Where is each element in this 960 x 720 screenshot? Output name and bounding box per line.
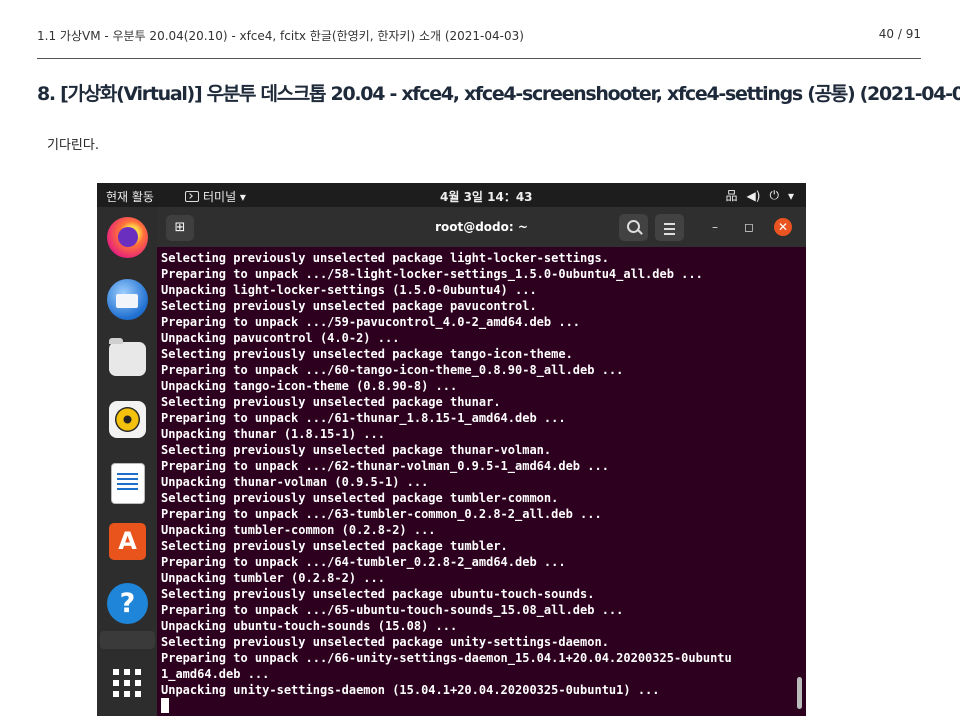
- terminal-line: Preparing to unpack .../63-tumbler-commo…: [161, 507, 602, 521]
- dock-running-terminal[interactable]: [100, 631, 155, 649]
- terminal-line: Unpacking ubuntu-touch-sounds (15.08) ..…: [161, 619, 458, 633]
- clock[interactable]: 4월 3일 14：43: [440, 188, 533, 205]
- close-button[interactable]: ✕: [774, 218, 792, 236]
- terminal-line: Unpacking tango-icon-theme (0.8.90-8) ..…: [161, 379, 458, 393]
- terminal-line: Selecting previously unselected package …: [161, 587, 595, 601]
- terminal-line: Preparing to unpack .../66-unity-setting…: [161, 651, 732, 665]
- terminal-line: Preparing to unpack .../61-thunar_1.8.15…: [161, 411, 566, 425]
- terminal-cursor: [161, 698, 169, 713]
- terminal-line: Selecting previously unselected package …: [161, 539, 508, 553]
- software-icon[interactable]: A: [109, 523, 146, 560]
- terminal-line: Unpacking pavucontrol (4.0-2) ...: [161, 331, 400, 345]
- terminal-line: Preparing to unpack .../65-ubuntu-touch-…: [161, 603, 624, 617]
- thunderbird-icon[interactable]: [107, 279, 148, 320]
- search-icon[interactable]: [619, 214, 648, 241]
- files-icon[interactable]: [109, 338, 146, 376]
- app-menu-label: 터미널 ▾: [203, 190, 246, 204]
- help-icon[interactable]: ?: [107, 583, 148, 624]
- network-icon[interactable]: 品: [726, 187, 738, 204]
- terminal-line: Preparing to unpack .../62-thunar-volman…: [161, 459, 609, 473]
- terminal-line: Unpacking unity-settings-daemon (15.04.1…: [161, 683, 660, 697]
- terminal-line: Preparing to unpack .../64-tumbler_0.2.8…: [161, 555, 566, 569]
- hamburger-menu-icon[interactable]: [655, 214, 684, 241]
- terminal-line: Preparing to unpack .../58-light-locker-…: [161, 267, 703, 281]
- terminal-icon: [185, 191, 199, 202]
- terminal-line: Unpacking light-locker-settings (1.5.0-0…: [161, 283, 537, 297]
- writer-icon[interactable]: [111, 463, 145, 504]
- terminal-line: Selecting previously unselected package …: [161, 347, 573, 361]
- apps-grid-icon[interactable]: [113, 669, 141, 697]
- terminal-line: Selecting previously unselected package …: [161, 395, 501, 409]
- page-number: 40 / 91: [878, 27, 921, 41]
- chevron-down-icon[interactable]: ▾: [788, 189, 794, 203]
- ubuntu-desktop-screenshot: 현재 활동 터미널 ▾ 4월 3일 14：43 品 ◀) ⏻ ▾ A ? ⊞ r…: [97, 183, 806, 716]
- app-menu-terminal[interactable]: 터미널 ▾: [185, 188, 246, 205]
- terminal-header-bar: ⊞ root@dodo: ~ – ◻ ✕: [157, 207, 806, 247]
- terminal-line: Unpacking thunar (1.8.15-1) ...: [161, 427, 385, 441]
- dock: A ?: [97, 207, 157, 716]
- minimize-button[interactable]: –: [706, 218, 724, 236]
- terminal-cursor-line: [161, 698, 732, 714]
- document-header-title: 1.1 가상VM - 우분투 20.04(20.10) - xfce4, fci…: [37, 29, 524, 43]
- terminal-line: Preparing to unpack .../59-pavucontrol_4…: [161, 315, 581, 329]
- section-title: 8. [가상화(Virtual)] 우분투 데스크톱 20.04 - xfce4…: [37, 83, 960, 105]
- terminal-line: Selecting previously unselected package …: [161, 251, 609, 265]
- terminal-line: Selecting previously unselected package …: [161, 635, 609, 649]
- terminal-line: Unpacking thunar-volman (0.9.5-1) ...: [161, 475, 429, 489]
- document-header: 1.1 가상VM - 우분투 20.04(20.10) - xfce4, fci…: [37, 24, 921, 59]
- terminal-line: Unpacking tumbler-common (0.2.8-2) ...: [161, 523, 436, 537]
- terminal-line: Unpacking tumbler (0.2.8-2) ...: [161, 571, 385, 585]
- body-text: 기다린다.: [47, 138, 99, 153]
- terminal-line: Preparing to unpack .../60-tango-icon-th…: [161, 363, 624, 377]
- power-icon[interactable]: ⏻: [769, 188, 779, 203]
- terminal-line: Selecting previously unselected package …: [161, 491, 559, 505]
- maximize-button[interactable]: ◻: [740, 218, 758, 236]
- terminal-line: Selecting previously unselected package …: [161, 299, 537, 313]
- terminal-line: Selecting previously unselected package …: [161, 443, 552, 457]
- rhythmbox-icon[interactable]: [109, 401, 146, 438]
- system-tray[interactable]: 品 ◀) ⏻ ▾: [726, 187, 794, 204]
- activities-button[interactable]: 현재 활동: [106, 188, 154, 205]
- gnome-top-bar: 현재 활동 터미널 ▾ 4월 3일 14：43 品 ◀) ⏻ ▾: [97, 183, 806, 207]
- terminal-body[interactable]: Selecting previously unselected package …: [157, 247, 806, 716]
- terminal-scrollbar[interactable]: [797, 677, 802, 709]
- firefox-icon[interactable]: [107, 217, 148, 258]
- terminal-output: Selecting previously unselected package …: [161, 250, 732, 714]
- terminal-line: 1_amd64.deb ...: [161, 667, 270, 681]
- volume-icon[interactable]: ◀): [747, 189, 761, 203]
